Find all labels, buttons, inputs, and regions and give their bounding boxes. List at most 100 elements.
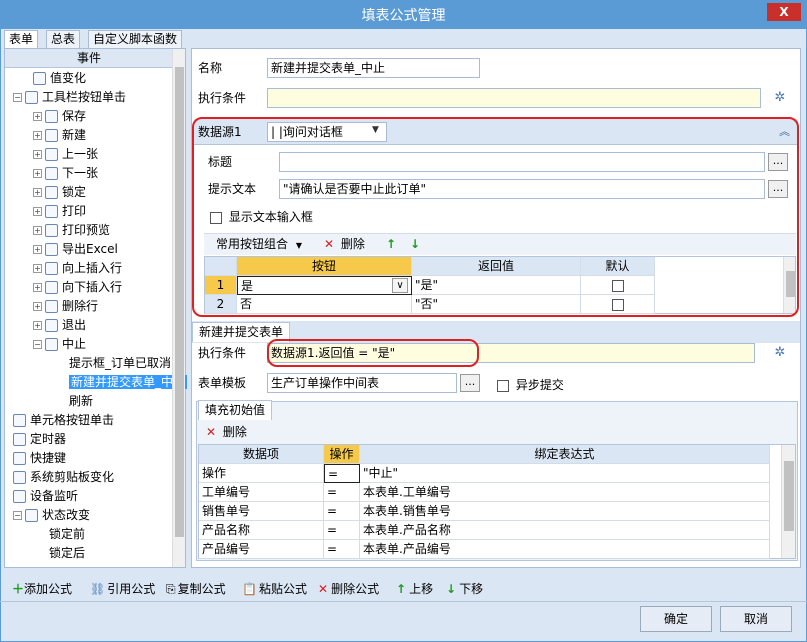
tree-item[interactable]: 锁定前 <box>49 525 85 544</box>
move-up-button[interactable]: ↑ 上移 <box>396 580 433 598</box>
tree-item[interactable]: + 退出 <box>33 316 86 335</box>
expand-toggle-icon[interactable]: + <box>33 131 42 140</box>
expand-toggle-icon[interactable]: + <box>33 188 42 197</box>
tree-item[interactable]: + 向下插入行 <box>33 278 122 297</box>
tree-item[interactable]: + 保存 <box>33 107 86 126</box>
ok-button[interactable]: 确定 <box>640 606 712 632</box>
tab-custom-script[interactable]: 自定义脚本函数 <box>88 30 183 48</box>
expand-toggle-icon[interactable]: + <box>33 321 42 330</box>
tree-item-label: 值变化 <box>50 71 87 85</box>
tree-item-label: 向上插入行 <box>62 261 123 275</box>
copy-formula-button[interactable]: ⎘ 复制公式 <box>166 580 226 598</box>
expand-toggle-icon[interactable]: + <box>33 226 42 235</box>
expr-cell[interactable]: 本表单.销售单号 <box>360 502 770 521</box>
tree-item[interactable]: 定时器 <box>13 430 66 449</box>
expand-toggle-icon[interactable]: + <box>33 283 42 292</box>
initial-values-scrollbar[interactable] <box>781 445 795 558</box>
tree-item-label: 定时器 <box>30 432 67 446</box>
tree-item[interactable]: + 打印预览 <box>33 221 110 240</box>
tab-fill-initial-values[interactable]: 填充初始值 <box>198 400 273 420</box>
tree-item-label: 新建并提交表单_中止 <box>69 375 188 389</box>
item-cell[interactable]: 产品编号 <box>199 540 324 559</box>
expand-toggle-icon[interactable]: + <box>33 264 42 273</box>
fill-delete-button[interactable]: ✕ 删除 <box>206 423 247 441</box>
item-cell[interactable]: 工单编号 <box>199 483 324 502</box>
tree-item[interactable]: + 上一张 <box>33 145 98 164</box>
expr-cell[interactable]: 本表单.产品编号 <box>360 540 770 559</box>
expression-wizard-icon[interactable]: ✲ <box>772 345 788 361</box>
delete-formula-button[interactable]: ✕ 删除公式 <box>318 580 379 598</box>
tree-item[interactable]: + 删除行 <box>33 297 98 316</box>
expand-toggle-icon[interactable]: + <box>33 302 42 311</box>
cancel-button[interactable]: 取消 <box>720 606 792 632</box>
tab-form[interactable]: 表单 <box>4 30 39 48</box>
tree-item[interactable]: + 锁定 <box>33 183 86 202</box>
tree-item-label: 锁定后 <box>49 546 86 560</box>
move-down-button[interactable]: ↓ 下移 <box>446 580 483 598</box>
expr-cell[interactable]: 本表单.工单编号 <box>360 483 770 502</box>
tree-item[interactable]: − 状态改变 <box>13 506 90 525</box>
expand-toggle-icon[interactable]: − <box>13 93 22 102</box>
tree-item[interactable]: + 打印 <box>33 202 86 221</box>
annotation-highlight <box>192 117 799 317</box>
op-cell[interactable]: = <box>324 464 360 483</box>
template-browse-button[interactable]: ... <box>460 374 480 392</box>
tree-item[interactable]: + 向上插入行 <box>33 259 122 278</box>
expand-toggle-icon[interactable]: + <box>33 207 42 216</box>
tree-item[interactable]: 刷新 <box>69 392 93 411</box>
expand-toggle-icon[interactable]: + <box>33 169 42 178</box>
clipboard-icon <box>13 471 26 484</box>
op-cell[interactable]: = <box>324 540 360 559</box>
tab-summary[interactable]: 总表 <box>46 30 81 48</box>
expr-cell[interactable]: 本表单.产品名称 <box>360 521 770 540</box>
state-icon <box>25 509 38 522</box>
expression-wizard-icon[interactable]: ✲ <box>772 90 788 106</box>
save-icon <box>45 110 58 123</box>
tree-item[interactable]: 设备监听 <box>13 487 78 506</box>
tree-item[interactable]: + 下一张 <box>33 164 98 183</box>
col-header-op[interactable]: 操作 <box>324 445 360 464</box>
condition-field[interactable] <box>267 88 761 108</box>
close-button[interactable]: X <box>767 3 801 21</box>
tree-item-label: 保存 <box>62 109 87 123</box>
async-submit-label: 异步提交 <box>515 378 564 392</box>
tree-item-label: 设备监听 <box>30 489 79 503</box>
expand-toggle-icon[interactable]: + <box>33 150 42 159</box>
name-field[interactable]: 新建并提交表单_中止 <box>267 58 480 78</box>
tree-item[interactable]: + 导出Excel <box>33 240 118 259</box>
tree-item[interactable]: 提示框_订单已取消 <box>69 354 171 373</box>
op-cell[interactable]: = <box>324 502 360 521</box>
plus-icon: ＋ <box>12 582 25 596</box>
tree-item[interactable]: + 新建 <box>33 126 86 145</box>
template-label: 表单模板 <box>198 376 247 390</box>
async-submit-checkbox[interactable]: 异步提交 <box>497 376 564 393</box>
expand-toggle-icon[interactable]: − <box>33 340 42 349</box>
template-field[interactable]: 生产订单操作中间表 <box>267 373 457 393</box>
ref-formula-button[interactable]: ⛓ 引用公式 <box>90 580 155 598</box>
tree-item[interactable]: − 中止 <box>33 335 86 354</box>
op-cell[interactable]: = <box>324 521 360 540</box>
col-header-item[interactable]: 数据项 <box>199 445 324 464</box>
tree-scrollbar[interactable] <box>172 49 185 567</box>
op-cell[interactable]: = <box>324 483 360 502</box>
expand-toggle-icon[interactable]: + <box>33 112 42 121</box>
tree-item[interactable]: 锁定后 <box>49 544 85 563</box>
new-icon <box>45 129 58 142</box>
expr-cell[interactable]: "中止" <box>360 464 770 483</box>
add-formula-button[interactable]: ＋添加公式 <box>12 580 72 598</box>
item-cell[interactable]: 销售单号 <box>199 502 324 521</box>
item-cell[interactable]: 操作 <box>199 464 324 483</box>
tree-item[interactable]: 系统剪贴板变化 <box>13 468 114 487</box>
tree-item-label: 退出 <box>62 318 87 332</box>
tree-item[interactable]: 值变化 <box>33 69 86 88</box>
link-icon: ⛓ <box>90 582 106 596</box>
expand-toggle-icon[interactable]: + <box>33 245 42 254</box>
tree-item[interactable]: 单元格按钮单击 <box>13 411 114 430</box>
item-cell[interactable]: 产品名称 <box>199 521 324 540</box>
expand-toggle-icon[interactable]: − <box>13 511 22 520</box>
tree-item[interactable]: − 工具栏按钮单击 <box>13 88 126 107</box>
paste-formula-button[interactable]: 📋 粘贴公式 <box>242 580 307 598</box>
col-header-expr[interactable]: 绑定表达式 <box>360 445 770 464</box>
tree-item[interactable]: 新建并提交表单_中止 <box>69 373 188 392</box>
tree-item[interactable]: 快捷键 <box>13 449 66 468</box>
